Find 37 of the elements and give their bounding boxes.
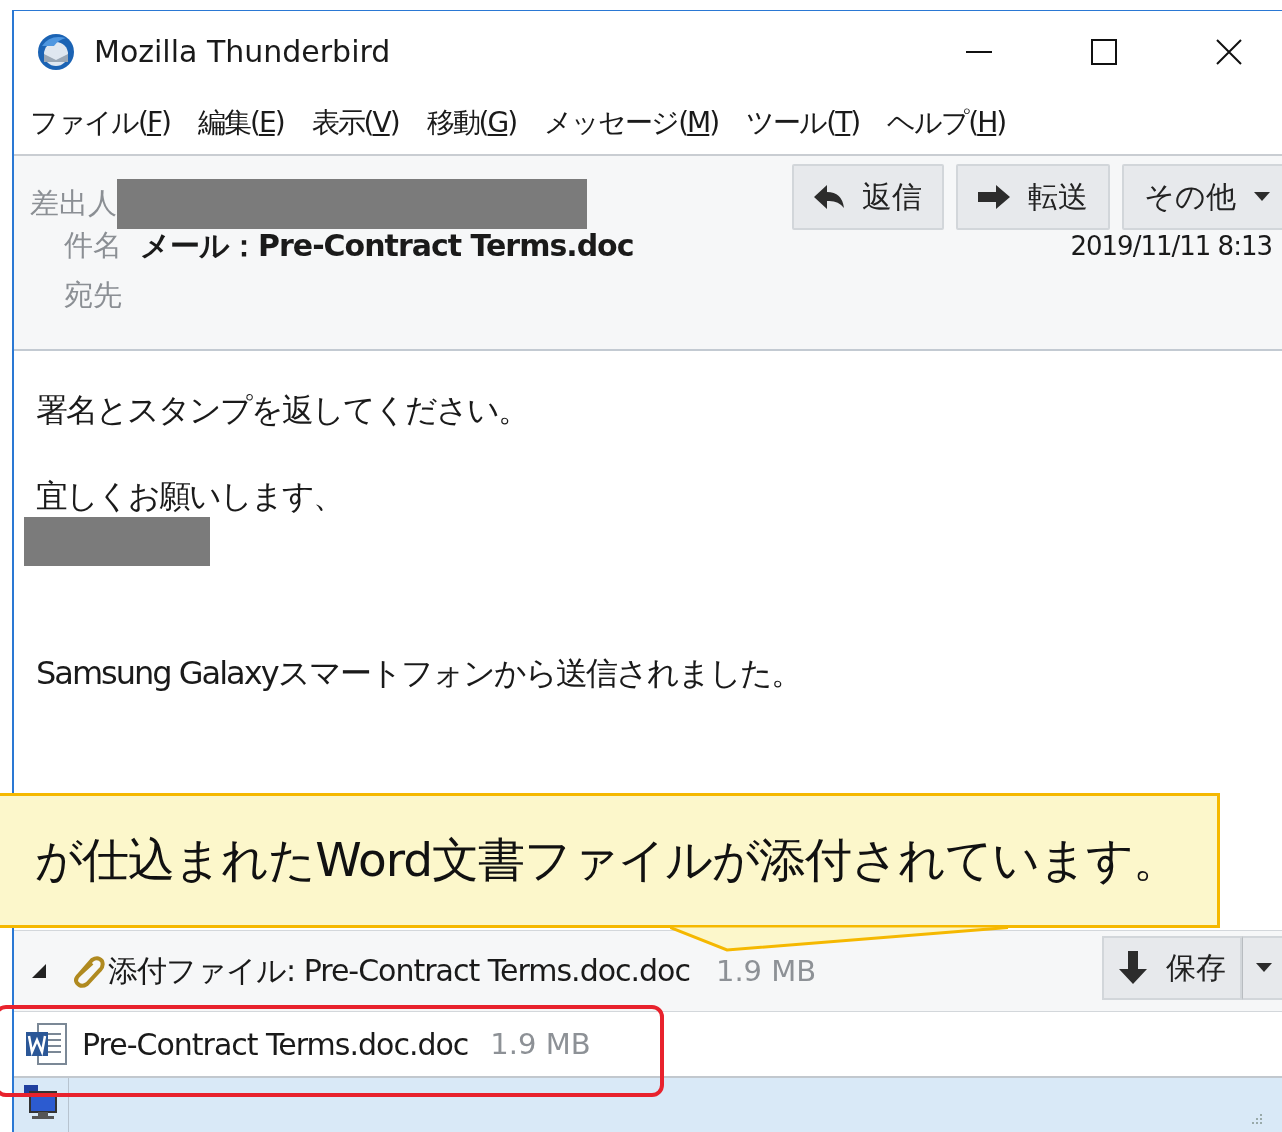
reply-icon (814, 184, 844, 210)
caret-icon (1254, 192, 1270, 202)
attachment-label: 添付ファイル: Pre-Contract Terms.doc.doc (108, 951, 690, 990)
thunderbird-logo-icon (36, 31, 76, 72)
menu-item[interactable]: ファイル(F) (30, 104, 170, 142)
expand-toggle-icon[interactable] (32, 964, 46, 978)
forward-icon (978, 184, 1010, 210)
attachment-size: 1.9 MB (715, 954, 817, 988)
subject-text: メール：Pre-Contract Terms.doc (140, 226, 634, 265)
download-icon (1118, 951, 1148, 985)
word-document-icon (24, 1022, 68, 1066)
paperclip-icon (72, 954, 106, 988)
attachment-size: 1.9 MB (490, 1027, 591, 1061)
message-text: 宜しくお願いします、 (36, 476, 344, 517)
message-text: 署名とスタンプを返してください。 (36, 390, 529, 431)
from-label: 差出人 (30, 185, 117, 222)
menu-item[interactable]: ツール(T) (746, 104, 860, 142)
reply-button[interactable]: 返信 (792, 164, 944, 230)
menu-item[interactable]: 表示(V) (311, 104, 399, 142)
attachment-name[interactable]: Pre-Contract Terms.doc.doc (82, 1026, 469, 1062)
to-label: 宛先 (63, 277, 122, 314)
menu-item[interactable]: 移動(G) (426, 104, 517, 142)
save-dropdown-button[interactable] (1242, 936, 1282, 1000)
more-button[interactable]: その他 (1122, 164, 1282, 230)
callout-text: が仕込まれたWord文書ファイルが添付されています。 (35, 831, 1179, 889)
menu-item[interactable]: メッセージ(M) (544, 104, 719, 142)
maximize-icon[interactable] (1089, 36, 1119, 67)
window-title: Mozilla Thunderbird (94, 34, 391, 69)
close-icon[interactable] (1214, 36, 1244, 67)
forward-button[interactable]: 転送 (956, 164, 1110, 230)
subject-label: 件名 (63, 227, 122, 264)
caret-icon (1255, 963, 1272, 973)
date-text: 2019/11/11 8:13 (1070, 231, 1273, 261)
menu-item[interactable]: 編集(E) (198, 104, 284, 142)
message-text: Samsung Galaxyスマートフォンから送信されました。 (36, 653, 802, 694)
menu-item[interactable]: ヘルプ(H) (887, 104, 1006, 142)
save-button[interactable]: 保存 (1102, 936, 1242, 1000)
